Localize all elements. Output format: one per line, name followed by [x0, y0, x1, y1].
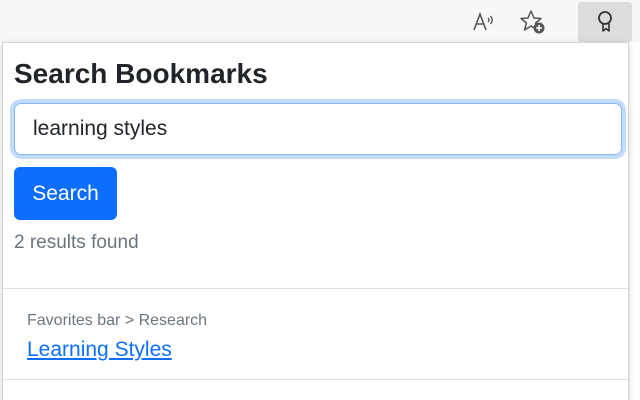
browser-toolbar: [0, 0, 640, 42]
bookmark-link[interactable]: Learning Styles: [27, 337, 172, 363]
bookmark-folder-path: Favorites bar > Research: [27, 312, 208, 329]
bookmark-search-popup: Search Bookmarks Search 2 results found …: [2, 42, 629, 400]
add-favorite-icon[interactable]: [515, 4, 551, 40]
result-count: 2 results found: [14, 232, 139, 253]
results-list: Favorites bar > Research Learning Styles: [3, 288, 628, 380]
list-item: Favorites bar > Research Learning Styles: [3, 289, 628, 380]
popup-title: Search Bookmarks: [14, 58, 268, 89]
search-button[interactable]: Search: [14, 167, 117, 220]
page-behind-popup: [630, 42, 640, 400]
search-input[interactable]: [14, 103, 622, 155]
read-aloud-icon[interactable]: [466, 4, 502, 40]
bookmark-search-extension-icon[interactable]: [578, 2, 632, 42]
